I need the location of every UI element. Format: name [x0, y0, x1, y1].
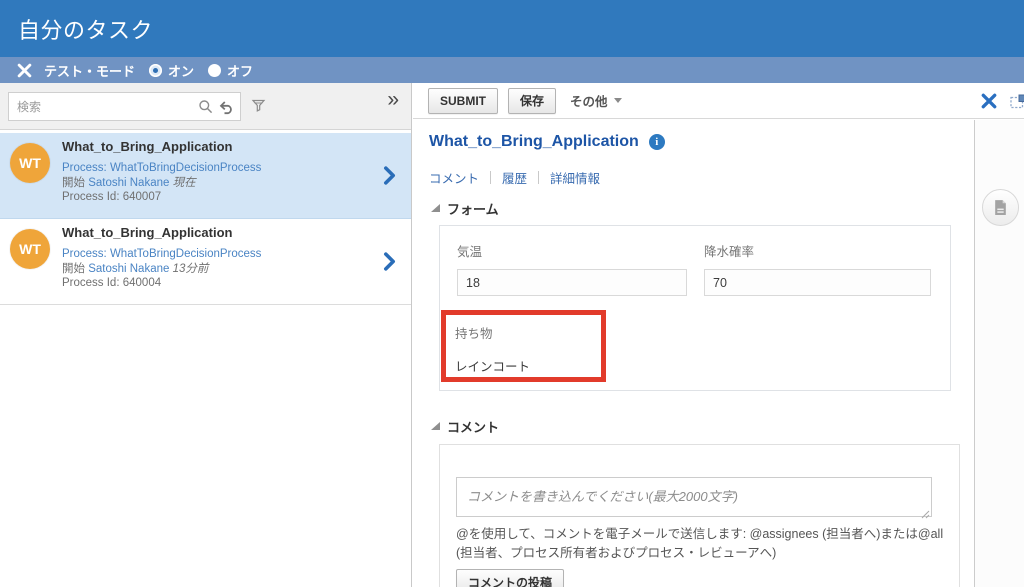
search-icon[interactable]: [198, 99, 214, 115]
started-when: 現在: [173, 177, 196, 189]
save-button[interactable]: 保存: [508, 88, 556, 114]
open-task-chevron-icon[interactable]: [383, 166, 396, 185]
task-process-line: Process: WhatToBringDecisionProcess: [62, 161, 411, 176]
reset-search-icon[interactable]: [218, 99, 234, 115]
search-box: [8, 92, 241, 121]
started-label: 開始: [62, 177, 85, 189]
test-mode-off-radio[interactable]: [208, 64, 221, 77]
comment-section-title: コメント: [447, 417, 499, 436]
test-mode-off-label[interactable]: オフ: [227, 61, 253, 80]
close-task-icon[interactable]: [981, 93, 997, 109]
process-name-link[interactable]: WhatToBringDecisionProcess: [110, 162, 261, 174]
task-row-640007[interactable]: WT What_to_Bring_Application Process: Wh…: [0, 133, 411, 219]
close-test-mode-icon[interactable]: [17, 63, 32, 78]
task-title: What_to_Bring_Application: [62, 225, 411, 240]
task-list: WT What_to_Bring_Application Process: Wh…: [0, 130, 411, 305]
belongings-value: レインコート: [455, 356, 601, 375]
detach-window-icon[interactable]: [1010, 94, 1024, 109]
process-label: Process:: [62, 162, 107, 174]
highlight-annotation-box: 持ち物 レインコート: [441, 310, 606, 382]
process-label: Process:: [62, 248, 107, 260]
task-list-panel: » WT What_to_Bring_Application Process: …: [0, 83, 412, 587]
test-mode-on-radio[interactable]: [149, 64, 162, 77]
task-started-line: 開始 Satoshi Nakane 現在: [62, 176, 411, 191]
test-mode-label: テスト・モード: [44, 61, 135, 80]
chevron-down-icon: [614, 98, 622, 103]
task-avatar: WT: [10, 143, 50, 183]
resize-grip-icon[interactable]: [921, 506, 930, 515]
disclosure-triangle-icon: [431, 422, 440, 430]
task-id-line: Process Id: 640004: [62, 276, 411, 291]
other-actions-label: その他: [570, 91, 608, 110]
comment-help-text: @を使用して、コメントを電子メールで送信します: @assignees (担当者…: [456, 525, 948, 564]
form-section-header[interactable]: フォーム: [431, 199, 499, 218]
comment-panel: @を使用して、コメントを電子メールで送信します: @assignees (担当者…: [439, 444, 960, 587]
task-avatar: WT: [10, 229, 50, 269]
my-tasks-window: 自分のタスク テスト・モード オン オフ »: [0, 0, 1024, 587]
task-title: What_to_Bring_Application: [62, 139, 411, 154]
process-name-link[interactable]: WhatToBringDecisionProcess: [110, 248, 261, 260]
side-rail: [975, 120, 1024, 587]
started-by-link[interactable]: Satoshi Nakane: [88, 263, 169, 275]
document-icon: [993, 199, 1008, 216]
comment-section-header[interactable]: コメント: [431, 417, 499, 436]
document-button[interactable]: [982, 189, 1019, 226]
precipitation-label: 降水確率: [704, 241, 931, 260]
tab-divider: [538, 171, 539, 184]
task-id-line: Process Id: 640007: [62, 190, 411, 205]
process-id-value: 640004: [123, 277, 161, 289]
detail-tabs: コメント 履歴 詳細情報: [429, 168, 600, 187]
temperature-field: 気温: [457, 241, 687, 296]
disclosure-triangle-icon: [431, 204, 440, 212]
detail-title: What_to_Bring_Application: [429, 133, 639, 151]
comment-textarea[interactable]: [456, 477, 932, 517]
task-detail-content: What_to_Bring_Application i コメント 履歴 詳細情報…: [413, 120, 975, 587]
process-id-value: 640007: [123, 191, 161, 203]
comment-textarea-wrap: [456, 477, 932, 517]
tab-divider: [490, 171, 491, 184]
task-started-line: 開始 Satoshi Nakane 13分前: [62, 262, 411, 277]
started-when: 13分前: [173, 263, 209, 275]
other-actions-menu[interactable]: その他: [570, 91, 622, 110]
tab-history[interactable]: 履歴: [502, 168, 527, 187]
temperature-label: 気温: [457, 241, 687, 260]
collapse-panel-icon[interactable]: »: [387, 89, 399, 110]
belongings-label: 持ち物: [455, 323, 601, 342]
started-by-link[interactable]: Satoshi Nakane: [88, 177, 169, 189]
task-search-toolbar: »: [0, 83, 411, 130]
test-mode-on-label[interactable]: オン: [168, 61, 194, 80]
started-label: 開始: [62, 263, 85, 275]
task-actions-toolbar: SUBMIT 保存 その他: [413, 83, 1024, 119]
task-process-line: Process: WhatToBringDecisionProcess: [62, 247, 411, 262]
process-id-label: Process Id:: [62, 191, 120, 203]
task-summary: What_to_Bring_Application Process: WhatT…: [62, 133, 411, 205]
info-icon[interactable]: i: [649, 134, 665, 150]
task-detail-panel: SUBMIT 保存 その他 What_to_Bring_Application …: [413, 83, 1024, 587]
detail-title-row: What_to_Bring_Application i: [429, 133, 665, 151]
temperature-input[interactable]: [457, 269, 687, 296]
page-title: 自分のタスク: [18, 13, 153, 45]
tab-comments[interactable]: コメント: [429, 168, 479, 187]
post-comment-button[interactable]: コメントの投稿: [456, 569, 564, 587]
toolbar-right-icons: [981, 93, 1024, 109]
precipitation-input[interactable]: [704, 269, 931, 296]
tab-details[interactable]: 詳細情報: [550, 168, 600, 187]
submit-button[interactable]: SUBMIT: [428, 88, 498, 114]
task-row-640004[interactable]: WT What_to_Bring_Application Process: Wh…: [0, 219, 411, 305]
process-id-label: Process Id:: [62, 277, 120, 289]
app-header: 自分のタスク: [0, 0, 1024, 57]
form-section-title: フォーム: [447, 199, 499, 218]
precipitation-field: 降水確率: [704, 241, 931, 296]
filter-icon[interactable]: [250, 97, 267, 114]
open-task-chevron-icon[interactable]: [383, 252, 396, 271]
task-summary: What_to_Bring_Application Process: WhatT…: [62, 219, 411, 291]
form-panel: 気温 降水確率 持ち物 レインコート: [439, 225, 951, 391]
test-mode-bar: テスト・モード オン オフ: [0, 57, 1024, 83]
